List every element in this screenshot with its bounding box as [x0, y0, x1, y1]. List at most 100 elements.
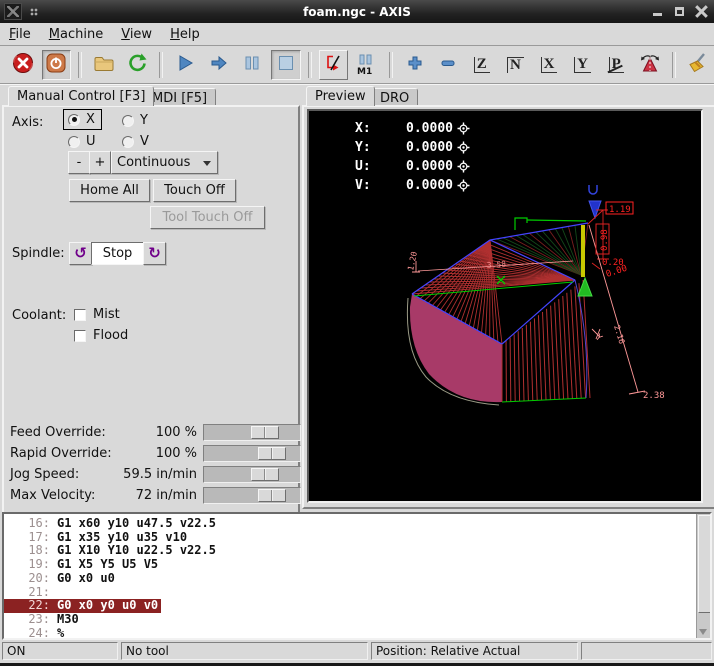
gcode-line[interactable]: 23:M30 — [4, 613, 82, 627]
zoom-out-button[interactable] — [433, 50, 463, 80]
axis-radio-u[interactable]: U — [68, 134, 96, 149]
step-arrow-icon — [209, 53, 229, 77]
view-z-button[interactable]: Z — [467, 50, 497, 80]
dro-row-u: U:0.0000 — [355, 157, 470, 176]
spindle-cw-button[interactable]: ↻ — [143, 242, 166, 265]
home-all-button[interactable]: Home All — [69, 179, 150, 202]
skip-lines-button[interactable] — [319, 50, 349, 80]
radio-indicator — [68, 136, 80, 148]
toolbar-separator — [308, 52, 312, 78]
axis-radio-y[interactable]: Y — [122, 113, 148, 128]
run-step-button[interactable] — [204, 50, 234, 80]
axis-label: Axis: — [12, 115, 43, 130]
tab-manual-control[interactable]: Manual Control [F3] — [8, 86, 154, 106]
view-perspective-button[interactable]: P — [601, 50, 631, 80]
radio-indicator — [122, 136, 134, 148]
dim-label-120: 1.20 — [406, 251, 419, 272]
gcode-line[interactable]: 16:G1 x60 y10 u47.5 v22.5 — [4, 517, 219, 531]
spindle-ccw-button[interactable]: ↺ — [69, 242, 92, 265]
max-velocity-slider[interactable] — [203, 487, 301, 504]
preview-frame: 1.19 0.98 0.20 0.00 1.20 3.58 2.16 2.38 … — [302, 105, 714, 509]
gcode-line[interactable]: 24:% — [4, 627, 67, 640]
minimize-button[interactable] — [651, 5, 664, 18]
estop-button[interactable] — [8, 50, 38, 80]
feed-override-slider[interactable] — [203, 424, 301, 441]
close-button[interactable] — [695, 5, 708, 18]
view-x-icon: X — [541, 57, 558, 73]
open-file-button[interactable] — [89, 50, 119, 80]
rotate-cone-icon — [639, 53, 661, 77]
gcode-line[interactable]: 20:G0 x0 u0 — [4, 572, 118, 586]
axis-radio-x[interactable]: X — [64, 110, 101, 129]
mist-checkbox[interactable]: Mist — [74, 307, 120, 322]
spindle-cw-icon: ↻ — [148, 246, 161, 261]
slider-thumb[interactable] — [258, 489, 286, 502]
gcode-listing[interactable]: 16:G1 x60 y10 u47.5 v22.5 17:G1 x35 y10 … — [2, 512, 712, 640]
rotate-view-button[interactable] — [635, 50, 665, 80]
jog-plus-button[interactable]: + — [89, 151, 111, 174]
maximize-button[interactable] — [673, 5, 686, 18]
tool-touch-off-button[interactable]: Tool Touch Off — [150, 206, 265, 229]
gcode-line[interactable]: 17:G1 x35 y10 u35 v10 — [4, 531, 190, 545]
optional-pause-button[interactable]: M1 — [352, 50, 382, 80]
zoom-in-icon — [405, 53, 425, 77]
menubar: File Machine View Help — [0, 23, 714, 46]
dro-row-x: X:0.0000 — [355, 119, 470, 138]
reload-icon — [127, 52, 149, 78]
view-perspective-icon: P — [609, 57, 624, 73]
view-y-button[interactable]: Y — [568, 50, 598, 80]
rapid-override-slider[interactable] — [203, 445, 301, 462]
reload-button[interactable] — [123, 50, 153, 80]
menu-help[interactable]: Help — [161, 25, 209, 44]
pause-button[interactable] — [238, 50, 268, 80]
touch-off-button[interactable]: Touch Off — [153, 179, 236, 202]
toolbar-separator — [389, 52, 393, 78]
jog-minus-button[interactable]: - — [68, 151, 90, 174]
statusbar: ON No tool Position: Relative Actual — [0, 641, 714, 663]
gcode-line[interactable]: 18:G1 X10 Y10 u22.5 v22.5 — [4, 544, 219, 558]
spindle-label: Spindle: — [12, 246, 65, 261]
view-x-button[interactable]: X — [534, 50, 564, 80]
toolbar-separator — [159, 52, 163, 78]
scrollbar-down-arrow[interactable] — [699, 629, 707, 635]
view-z2-button[interactable]: N — [501, 50, 531, 80]
jog-speed-slider[interactable] — [203, 466, 301, 483]
rapid-override-row: Rapid Override: 100 % — [4, 445, 298, 462]
titlebar[interactable]: foam.ngc - AXIS — [0, 0, 714, 23]
zoom-in-button[interactable] — [400, 50, 430, 80]
gcode-line[interactable]: 19:G1 X5 Y5 U5 V5 — [4, 558, 161, 572]
status-tool: No tool — [121, 642, 368, 660]
jog-increment-dropdown[interactable]: Continuous — [111, 151, 218, 174]
slider-thumb[interactable] — [251, 468, 279, 481]
slider-thumb[interactable] — [258, 447, 286, 460]
machine-power-button[interactable] — [42, 50, 72, 80]
preview-notebook-tabs: Preview DRO — [304, 86, 712, 105]
machine-power-icon — [45, 52, 67, 78]
menu-view[interactable]: View — [112, 25, 161, 44]
run-button[interactable] — [170, 50, 200, 80]
dro-row-y: Y:0.0000 — [355, 138, 470, 157]
stop-button[interactable] — [271, 50, 301, 80]
max-velocity-row: Max Velocity: 72 in/min — [4, 487, 298, 504]
homed-crosshair-icon — [457, 141, 470, 154]
dim-label-098: 0.98 — [600, 229, 610, 251]
spindle-ccw-icon: ↺ — [74, 246, 87, 261]
flood-checkbox[interactable]: Flood — [74, 328, 128, 343]
axis-radio-v[interactable]: V — [122, 134, 149, 149]
scrollbar-thumb[interactable] — [698, 515, 711, 613]
gcode-line-active[interactable]: 22:G0 x0 y0 u0 v0 — [4, 599, 161, 613]
menu-file[interactable]: File — [0, 25, 40, 44]
preview-canvas[interactable]: 1.19 0.98 0.20 0.00 1.20 3.58 2.16 2.38 … — [307, 109, 703, 503]
spindle-stop-button[interactable]: Stop — [91, 242, 144, 265]
clear-plot-button[interactable] — [683, 50, 713, 80]
radio-indicator — [122, 115, 134, 127]
gcode-line[interactable]: 21: — [4, 586, 60, 600]
axis-window: foam.ngc - AXIS File Machine View Help — [0, 0, 714, 666]
gcode-scrollbar[interactable] — [696, 514, 710, 638]
tab-preview[interactable]: Preview — [306, 86, 375, 106]
slider-thumb[interactable] — [251, 426, 279, 439]
radio-indicator — [68, 114, 80, 126]
homed-crosshair-icon — [457, 122, 470, 135]
menu-machine[interactable]: Machine — [40, 25, 112, 44]
dim-label-216: 2.16 — [612, 324, 626, 345]
